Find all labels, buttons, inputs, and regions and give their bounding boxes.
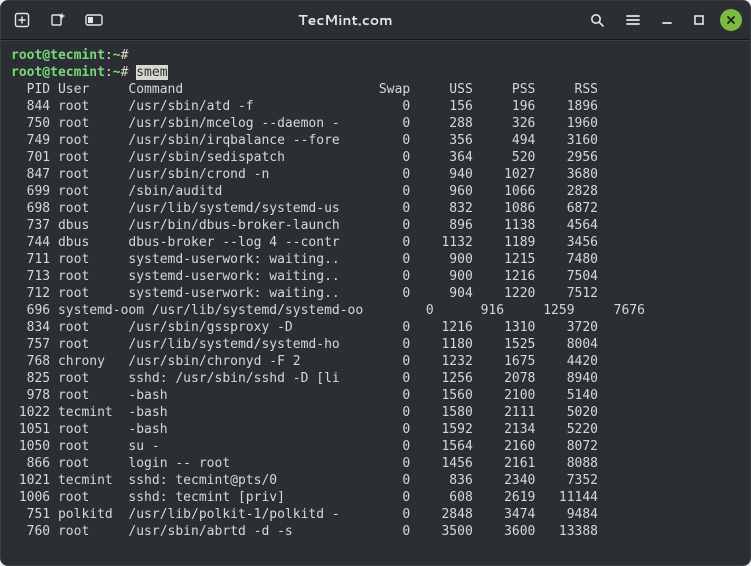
- table-row: 699 root /sbin/auditd 0 960 1066 2828: [11, 183, 740, 200]
- table-row: 744 dbus dbus-broker --log 4 --contr 0 1…: [11, 234, 740, 251]
- prompt-line: root@tecmint:~# smem: [11, 64, 740, 81]
- menu-button[interactable]: [620, 7, 646, 33]
- table-row: 698 root /usr/lib/systemd/systemd-us 0 8…: [11, 200, 740, 217]
- table-row: 866 root login -- root 0 1456 2161 8088: [11, 455, 740, 472]
- prompt-sigil: #: [121, 48, 129, 63]
- new-tab-button[interactable]: [9, 7, 35, 33]
- table-row: 834 root /usr/sbin/gssproxy -D 0 1216 13…: [11, 319, 740, 336]
- table-row: 978 root -bash 0 1560 2100 5140: [11, 387, 740, 404]
- table-row: 750 root /usr/sbin/mcelog --daemon - 0 2…: [11, 115, 740, 132]
- table-row: 749 root /usr/sbin/irqbalance --fore 0 3…: [11, 132, 740, 149]
- table-row: 751 polkitd /usr/lib/polkit-1/polkitd - …: [11, 506, 740, 523]
- window-title: TecMint.com: [107, 10, 584, 30]
- close-button[interactable]: [720, 9, 742, 31]
- table-row: 1021 tecmint sshd: tecmint@pts/0 0 836 2…: [11, 472, 740, 489]
- prompt-user-host: root@tecmint: [11, 48, 105, 63]
- search-button[interactable]: [584, 7, 610, 33]
- table-row: 760 root /usr/sbin/abrtd -d -s 0 3500 36…: [11, 523, 740, 540]
- prompt-line: root@tecmint:~#: [11, 47, 740, 64]
- table-row: 757 root /usr/lib/systemd/systemd-ho 0 1…: [11, 336, 740, 353]
- prompt-cwd: ~: [113, 48, 121, 63]
- maximize-button[interactable]: [688, 9, 710, 31]
- table-row: 847 root /usr/sbin/crond -n 0 940 1027 3…: [11, 166, 740, 183]
- table-row: 696 systemd-oom /usr/lib/systemd/systemd…: [11, 302, 740, 319]
- terminal-window: TecMint.com root@tecmint:~#root@tecmint:…: [0, 0, 751, 566]
- minimize-button[interactable]: [656, 9, 678, 31]
- table-row: 1051 root -bash 0 1592 2134 5220: [11, 421, 740, 438]
- table-row: 1006 root sshd: tecmint [priv] 0 608 261…: [11, 489, 740, 506]
- table-row: 844 root /usr/sbin/atd -f 0 156 196 1896: [11, 98, 740, 115]
- table-row: 713 root systemd-userwork: waiting.. 0 9…: [11, 268, 740, 285]
- table-row: 737 dbus /usr/bin/dbus-broker-launch 0 8…: [11, 217, 740, 234]
- titlebar: TecMint.com: [1, 1, 750, 39]
- table-row: 712 root systemd-userwork: waiting.. 0 9…: [11, 285, 740, 302]
- new-window-button[interactable]: [45, 7, 71, 33]
- table-row: 701 root /usr/sbin/sedispatch 0 364 520 …: [11, 149, 740, 166]
- broadcast-button[interactable]: [81, 7, 107, 33]
- terminal-viewport[interactable]: root@tecmint:~#root@tecmint:~# smem PID …: [1, 41, 750, 565]
- table-header: PID User Command Swap USS PSS RSS: [11, 81, 740, 98]
- table-row: 768 chrony /usr/sbin/chronyd -F 2 0 1232…: [11, 353, 740, 370]
- table-row: 1050 root su - 0 1564 2160 8072: [11, 438, 740, 455]
- table-row: 825 root sshd: /usr/sbin/sshd -D [li 0 1…: [11, 370, 740, 387]
- table-row: 711 root systemd-userwork: waiting.. 0 9…: [11, 251, 740, 268]
- command-text: smem: [136, 65, 167, 80]
- table-row: 1022 tecmint -bash 0 1580 2111 5020: [11, 404, 740, 421]
